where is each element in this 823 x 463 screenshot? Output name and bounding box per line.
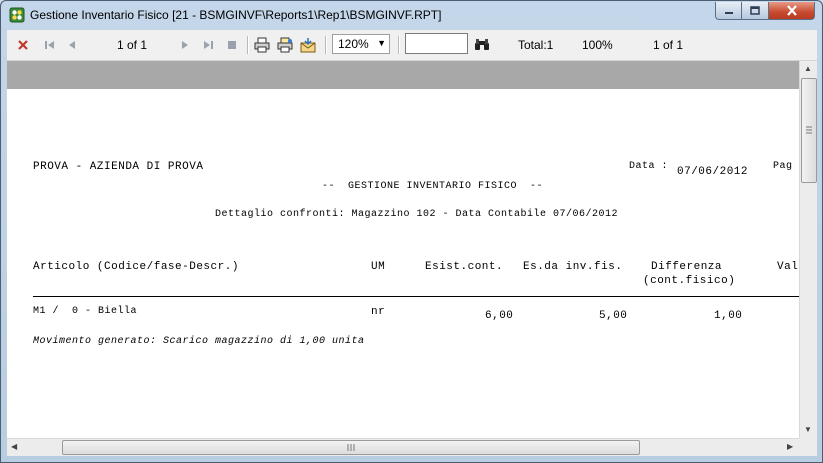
title-bar: Gestione Inventario Fisico [21 - BSMGINV… [1,1,822,29]
col-esda: Es.da inv.fis. [523,261,623,273]
zoom-value: 120% [338,37,369,51]
col-esist: Esist.cont. [425,261,504,273]
col-val: Val [777,261,799,273]
print-button[interactable] [254,30,270,60]
scroll-left-icon[interactable]: ◀ [11,442,17,451]
col-article: Articolo (Codice/fase-Descr.) [33,261,239,273]
minimize-button[interactable] [715,2,742,20]
scroll-right-icon[interactable]: ▶ [787,442,793,451]
export-button[interactable] [300,30,316,60]
export-icon [300,38,316,53]
col-diff: Differenza [651,261,723,273]
col-um: UM [371,261,386,273]
next-page-icon [182,41,188,49]
minimize-icon [724,11,733,14]
scroll-up-icon[interactable]: ▲ [804,64,812,73]
chevron-down-icon: ▼ [377,38,386,48]
first-page-icon [45,41,54,49]
next-page-button[interactable] [180,30,190,60]
stop-button[interactable] [227,30,237,60]
vertical-scrollbar[interactable]: ▲ ▼ [799,61,817,438]
print-setup-button[interactable] [277,30,293,60]
row-article: M1 / 0 - Biella [33,306,138,317]
window-title: Gestione Inventario Fisico [21 - BSMGINV… [30,8,442,22]
prev-page-icon [69,41,75,49]
scrollbar-corner [799,438,817,456]
app-icon [9,7,25,23]
toolbar-separator [398,36,400,54]
company-name: PROVA - AZIENDA DI PROVA [33,161,204,173]
last-page-icon [204,41,213,49]
col-diff-sub: (cont.fisico) [643,275,736,287]
horizontal-scroll-thumb[interactable] [62,440,640,455]
total-count: Total:1 [518,38,554,52]
page-indicator: 1 of 1 [117,38,148,52]
row-esist: 6,00 [485,310,514,322]
print-setup-icon [277,37,293,53]
report-page: PROVA - AZIENDA DI PROVA Data : 07/06/20… [7,89,799,438]
percent-indicator: 100% [582,38,613,52]
close-icon [18,40,28,50]
toolbar-separator [325,36,327,54]
scroll-down-icon[interactable]: ▼ [804,425,812,434]
row-diff: 1,00 [714,310,743,322]
grip-icon [347,444,355,451]
stop-icon [228,41,236,49]
horizontal-scrollbar[interactable]: ◀ ▶ [7,438,799,456]
search-button[interactable] [474,30,490,60]
last-page-button[interactable] [202,30,214,60]
grip-icon [806,126,812,134]
page-label: Pag [773,161,793,172]
close-report-button[interactable] [17,30,29,60]
search-input[interactable] [405,33,468,54]
vertical-scroll-thumb[interactable] [801,78,817,183]
preview-header-bar [7,61,799,89]
maximize-icon [750,5,760,15]
toolbar-separator [247,36,249,54]
close-window-button[interactable] [769,2,815,20]
report-subtitle: Dettaglio confronti: Magazzino 102 - Dat… [215,209,619,220]
page-indicator-right: 1 of 1 [653,38,684,52]
movement-note: Movimento generato: Scarico magazzino di… [33,336,365,347]
report-title: -- GESTIONE INVENTARIO FISICO -- [322,181,544,192]
report-toolbar: 1 of 1 120% ▼ Total:1 100% 1 of 1 [7,30,817,61]
date-label: Data : [629,161,669,172]
print-icon [254,37,270,53]
maximize-button[interactable] [742,2,769,20]
prev-page-button[interactable] [67,30,77,60]
first-page-button[interactable] [44,30,56,60]
row-um: nr [371,306,386,318]
report-window: Gestione Inventario Fisico [21 - BSMGINV… [0,0,823,463]
close-icon [786,5,797,16]
date-value: 07/06/2012 [677,166,749,178]
row-esda: 5,00 [599,310,628,322]
binoculars-icon [475,39,489,50]
zoom-select[interactable]: 120% ▼ [332,34,390,54]
header-rule [33,296,799,297]
